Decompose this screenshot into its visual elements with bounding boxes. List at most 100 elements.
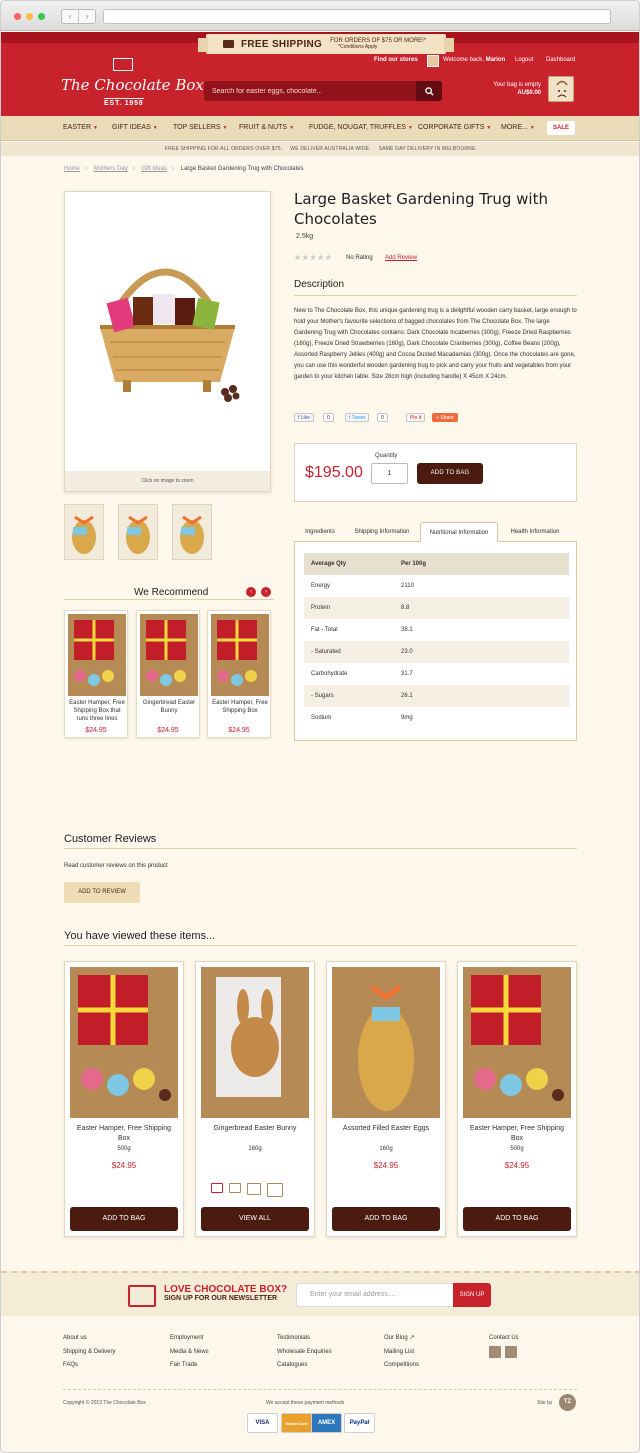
pinterest-button[interactable]: Pin it bbox=[406, 413, 426, 422]
amex-card-icon: AMEX bbox=[311, 1413, 342, 1433]
facebook-icon[interactable] bbox=[489, 1346, 501, 1358]
rating-text: No Rating bbox=[346, 255, 373, 261]
tab-health-information[interactable]: Health Information bbox=[500, 522, 570, 542]
footer-link[interactable]: Wholesale Enquiries bbox=[277, 1346, 332, 1360]
footer-link[interactable]: Competitions bbox=[384, 1359, 419, 1373]
sign-up-button[interactable]: SIGN UP bbox=[453, 1283, 491, 1307]
column-header: Average Qty bbox=[311, 561, 347, 567]
browser-window: ‹ › FREE SHIPPING FOR ORDERS OF $75 OR M… bbox=[0, 0, 640, 1453]
twitter-icon[interactable] bbox=[505, 1346, 517, 1358]
newsletter-email-input[interactable]: Enter your email address.... bbox=[296, 1283, 454, 1307]
breadcrumb-mothers-day[interactable]: Mothers Day bbox=[94, 166, 128, 172]
nav-label: GIFT IDEAS bbox=[112, 124, 151, 131]
add-to-bag-button[interactable]: ADD TO BAG bbox=[332, 1207, 440, 1231]
add-to-bag-button[interactable]: ADD TO BAG bbox=[70, 1207, 178, 1231]
recommend-card[interactable]: Easter Hamper, Free Shipping Box that ru… bbox=[64, 610, 128, 738]
next-arrow-icon[interactable]: › bbox=[261, 587, 271, 597]
prev-arrow-icon[interactable]: ‹ bbox=[246, 587, 256, 597]
viewed-product-card[interactable]: Easter Hamper, Free Shipping Box 500g $2… bbox=[64, 961, 184, 1237]
address-bar[interactable] bbox=[103, 9, 611, 24]
breadcrumb-home[interactable]: Home bbox=[64, 166, 80, 172]
gift-size-icon[interactable] bbox=[247, 1183, 261, 1195]
find-stores-link[interactable]: Find our stores bbox=[374, 57, 418, 63]
share-button[interactable]: + Share bbox=[432, 413, 458, 422]
gift-size-icon[interactable] bbox=[229, 1183, 241, 1193]
add-to-bag-button[interactable]: ADD TO BAG bbox=[463, 1207, 571, 1231]
footer-link[interactable]: FAQs bbox=[63, 1359, 115, 1373]
gift-size-icon[interactable] bbox=[267, 1183, 283, 1197]
viewed-heading: You have viewed these items... bbox=[64, 930, 577, 946]
product-name: Easter Hamper, Free Shipping Box bbox=[76, 1125, 172, 1142]
nav-item-easter[interactable]: EASTER ▼ bbox=[63, 124, 98, 131]
dashboard-link[interactable]: Dashboard bbox=[546, 57, 575, 63]
recommend-card[interactable]: Gingerbread Easter Bunny $24.95 bbox=[136, 610, 200, 738]
zoom-hint: Click on image to zoom bbox=[65, 471, 270, 491]
close-window-button[interactable] bbox=[14, 13, 21, 20]
search-button[interactable] bbox=[416, 81, 442, 101]
product-thumbnail[interactable] bbox=[118, 504, 158, 560]
footer-link[interactable]: Our Blog ↗ bbox=[384, 1332, 419, 1346]
viewed-product-card[interactable]: Gingerbread Easter Bunny 160g VIEW ALL bbox=[195, 961, 315, 1237]
footer-link[interactable]: Employment bbox=[170, 1332, 209, 1346]
viewed-product-card[interactable]: Easter Hamper, Free Shipping Box 500g $2… bbox=[457, 961, 577, 1237]
table-row: Carbohydrate 31.7 bbox=[304, 663, 569, 685]
brand-established: EST. 1958 bbox=[104, 98, 144, 107]
bag-summary[interactable]: Your bag is empty AU$0.00 bbox=[483, 81, 541, 97]
nav-item-fudge-nougat-truffles[interactable]: FUDGE, NOUGAT, TRUFFLES ▼ bbox=[309, 124, 413, 131]
recommend-title: We Recommend bbox=[134, 587, 209, 598]
gift-size-icon[interactable] bbox=[211, 1183, 223, 1193]
search-input[interactable] bbox=[204, 81, 418, 101]
nav-label: FRUIT & NUTS bbox=[239, 124, 288, 131]
rating-stars[interactable]: ★★★★★ bbox=[294, 253, 332, 262]
footer-link[interactable]: Testimonials bbox=[277, 1332, 332, 1346]
agency-logo[interactable]: TZ bbox=[559, 1394, 576, 1411]
minimize-window-button[interactable] bbox=[26, 13, 33, 20]
footer-link[interactable]: About us bbox=[63, 1332, 115, 1346]
product-main-image[interactable]: Click on image to zoom bbox=[64, 191, 271, 492]
tab-nutritional-information[interactable]: Nutritional Information bbox=[420, 522, 498, 542]
viewed-product-card[interactable]: Assorted Filled Easter Eggs 160g $24.95 … bbox=[326, 961, 446, 1237]
tweet-button[interactable]: t Tweet bbox=[345, 413, 370, 422]
brand-logo[interactable]: The Chocolate Box EST. 1958 bbox=[61, 58, 204, 112]
footer-link[interactable]: Catalogues bbox=[277, 1359, 332, 1373]
tab-shipping-information[interactable]: Shipping Information bbox=[346, 522, 418, 542]
view-all-button[interactable]: VIEW ALL bbox=[201, 1207, 309, 1231]
product-thumbnail[interactable] bbox=[64, 504, 104, 560]
logout-link[interactable]: Logout bbox=[515, 57, 533, 63]
newsletter-signup: LOVE CHOCOLATE BOX? SIGN UP FOR OUR NEWS… bbox=[1, 1271, 639, 1316]
shopping-bag-icon[interactable] bbox=[548, 76, 574, 102]
facebook-like-button[interactable]: f Like bbox=[294, 413, 314, 422]
table-row: - Sugars 26.1 bbox=[304, 685, 569, 707]
footer-link[interactable]: Media & News bbox=[170, 1346, 209, 1360]
back-button[interactable]: ‹ bbox=[62, 10, 79, 23]
nutrient-name: - Saturated bbox=[311, 649, 341, 655]
product-name: Assorted Filled Easter Eggs bbox=[342, 1125, 430, 1132]
footer-link[interactable]: Shipping & Delivery bbox=[63, 1346, 115, 1360]
product-thumbnail[interactable] bbox=[172, 504, 212, 560]
nav-item-corporate-gifts[interactable]: CORPORATE GIFTS ▼ bbox=[418, 124, 491, 131]
breadcrumb-gift-ideas[interactable]: Gift Ideas bbox=[141, 166, 167, 172]
sale-button[interactable]: SALE bbox=[547, 121, 575, 135]
nav-item-more[interactable]: MORE... ▼ bbox=[501, 124, 535, 131]
footer-link[interactable]: Mailing List bbox=[384, 1346, 419, 1360]
add-review-link[interactable]: Add Review bbox=[385, 255, 417, 261]
product-price: $24.95 bbox=[228, 727, 250, 734]
forward-button[interactable]: › bbox=[79, 10, 95, 23]
mastercard-icon: MasterCard bbox=[281, 1413, 312, 1433]
nav-item-fruit-nuts[interactable]: FRUIT & NUTS ▼ bbox=[239, 124, 294, 131]
product-image bbox=[211, 614, 269, 696]
table-row: Fat - Total 38.1 bbox=[304, 619, 569, 641]
recommend-card[interactable]: Easter Hamper, Free Shipping Box $24.95 bbox=[207, 610, 271, 738]
tab-ingredients[interactable]: Ingredients bbox=[294, 522, 346, 542]
footer-link[interactable]: Fair Trade bbox=[170, 1359, 209, 1373]
nav-item-top-sellers[interactable]: TOP SELLERS ▼ bbox=[173, 124, 228, 131]
nav-item-gift-ideas[interactable]: GIFT IDEAS ▼ bbox=[112, 124, 158, 131]
thumbnail-image bbox=[72, 515, 96, 554]
contact-us-link[interactable]: Contact Us bbox=[489, 1332, 519, 1346]
quantity-input[interactable]: 1 bbox=[371, 463, 408, 484]
nutrient-name: Sodium bbox=[311, 715, 332, 721]
maximize-window-button[interactable] bbox=[38, 13, 45, 20]
add-review-button[interactable]: ADD TO REVIEW bbox=[64, 882, 140, 903]
breadcrumb-current: Large Basket Gardening Trug with Chocola… bbox=[180, 166, 304, 172]
add-to-bag-button[interactable]: ADD TO BAG bbox=[417, 463, 483, 484]
